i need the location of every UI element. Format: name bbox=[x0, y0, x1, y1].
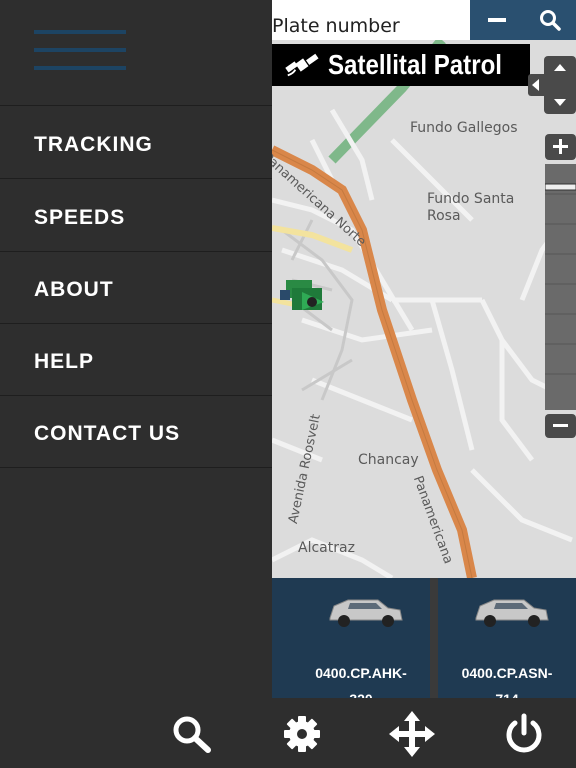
search-button[interactable] bbox=[168, 710, 216, 758]
map-label-alcatraz: Alcatraz bbox=[298, 540, 355, 556]
menu-item-help[interactable]: HELP bbox=[0, 324, 272, 396]
vehicle-list: 0400.CP.AHK- 320 0400.CP.ASN- 714 bbox=[154, 578, 576, 698]
vehicle-plate-line2: 714 bbox=[438, 686, 576, 698]
minus-icon bbox=[487, 18, 506, 22]
zoom-control bbox=[544, 134, 576, 438]
gear-icon bbox=[284, 716, 320, 752]
menu-item-tracking[interactable]: TRACKING bbox=[0, 107, 272, 179]
vehicle-plate: 0400.CP.AHK- 320 bbox=[292, 660, 430, 698]
menu-header bbox=[0, 0, 272, 106]
power-icon bbox=[506, 713, 542, 753]
menu-item-label: TRACKING bbox=[34, 133, 153, 156]
menu-item-label: CONTACT US bbox=[34, 422, 181, 445]
vehicle-plate-line1: 0400.CP.ASN- bbox=[461, 665, 553, 681]
vehicle-plate-line2: 320 bbox=[292, 686, 430, 698]
map-label-fundo-santa: Fundo Santa bbox=[427, 191, 515, 207]
hamburger-menu-icon[interactable] bbox=[34, 28, 126, 74]
search-button[interactable] bbox=[523, 0, 576, 40]
car-icon bbox=[329, 599, 403, 627]
brand-logo: Satellital Patrol bbox=[272, 44, 530, 86]
menu-item-label: HELP bbox=[34, 350, 95, 373]
search-icon bbox=[173, 716, 211, 753]
app-screen: Fundo Gallegos Fundo Santa Rosa Panameri… bbox=[0, 0, 576, 768]
minimize-button[interactable] bbox=[470, 0, 523, 40]
top-bar bbox=[272, 0, 576, 40]
pan-arrows-icon bbox=[528, 56, 576, 114]
plate-number-input[interactable] bbox=[272, 0, 470, 40]
brand-name: Satellital Patrol bbox=[327, 49, 502, 80]
menu-item-label: ABOUT bbox=[34, 278, 114, 301]
vehicle-plate: 0400.CP.ASN- 714 bbox=[438, 660, 576, 698]
vehicle-marker-icon[interactable] bbox=[280, 280, 324, 310]
map-label-rosa: Rosa bbox=[427, 208, 461, 224]
map-label-fundo-gallegos: Fundo Gallegos bbox=[410, 120, 518, 136]
move-icon bbox=[389, 711, 435, 757]
vehicle-plate-line1: 0400.CP.AHK- bbox=[315, 665, 407, 681]
vehicle-card[interactable]: 0400.CP.ASN- 714 bbox=[438, 578, 576, 698]
settings-button[interactable] bbox=[278, 710, 326, 758]
satellite-icon bbox=[285, 53, 319, 77]
power-button[interactable] bbox=[500, 710, 548, 758]
move-button[interactable] bbox=[388, 710, 436, 758]
pan-control[interactable] bbox=[528, 56, 576, 114]
menu-item-label: SPEEDS bbox=[34, 206, 126, 229]
side-menu: TRACKING SPEEDS ABOUT HELP CONTACT US bbox=[0, 0, 272, 698]
search-icon bbox=[539, 10, 561, 31]
menu-item-speeds[interactable]: SPEEDS bbox=[0, 180, 272, 252]
bottom-toolbar bbox=[0, 698, 576, 768]
car-icon bbox=[475, 599, 549, 627]
zoom-slider[interactable] bbox=[544, 134, 576, 438]
menu-item-about[interactable]: ABOUT bbox=[0, 252, 272, 324]
map-label-chancay: Chancay bbox=[358, 452, 419, 468]
vehicle-card[interactable]: 0400.CP.AHK- 320 bbox=[292, 578, 430, 698]
menu-item-contact-us[interactable]: CONTACT US bbox=[0, 396, 272, 468]
